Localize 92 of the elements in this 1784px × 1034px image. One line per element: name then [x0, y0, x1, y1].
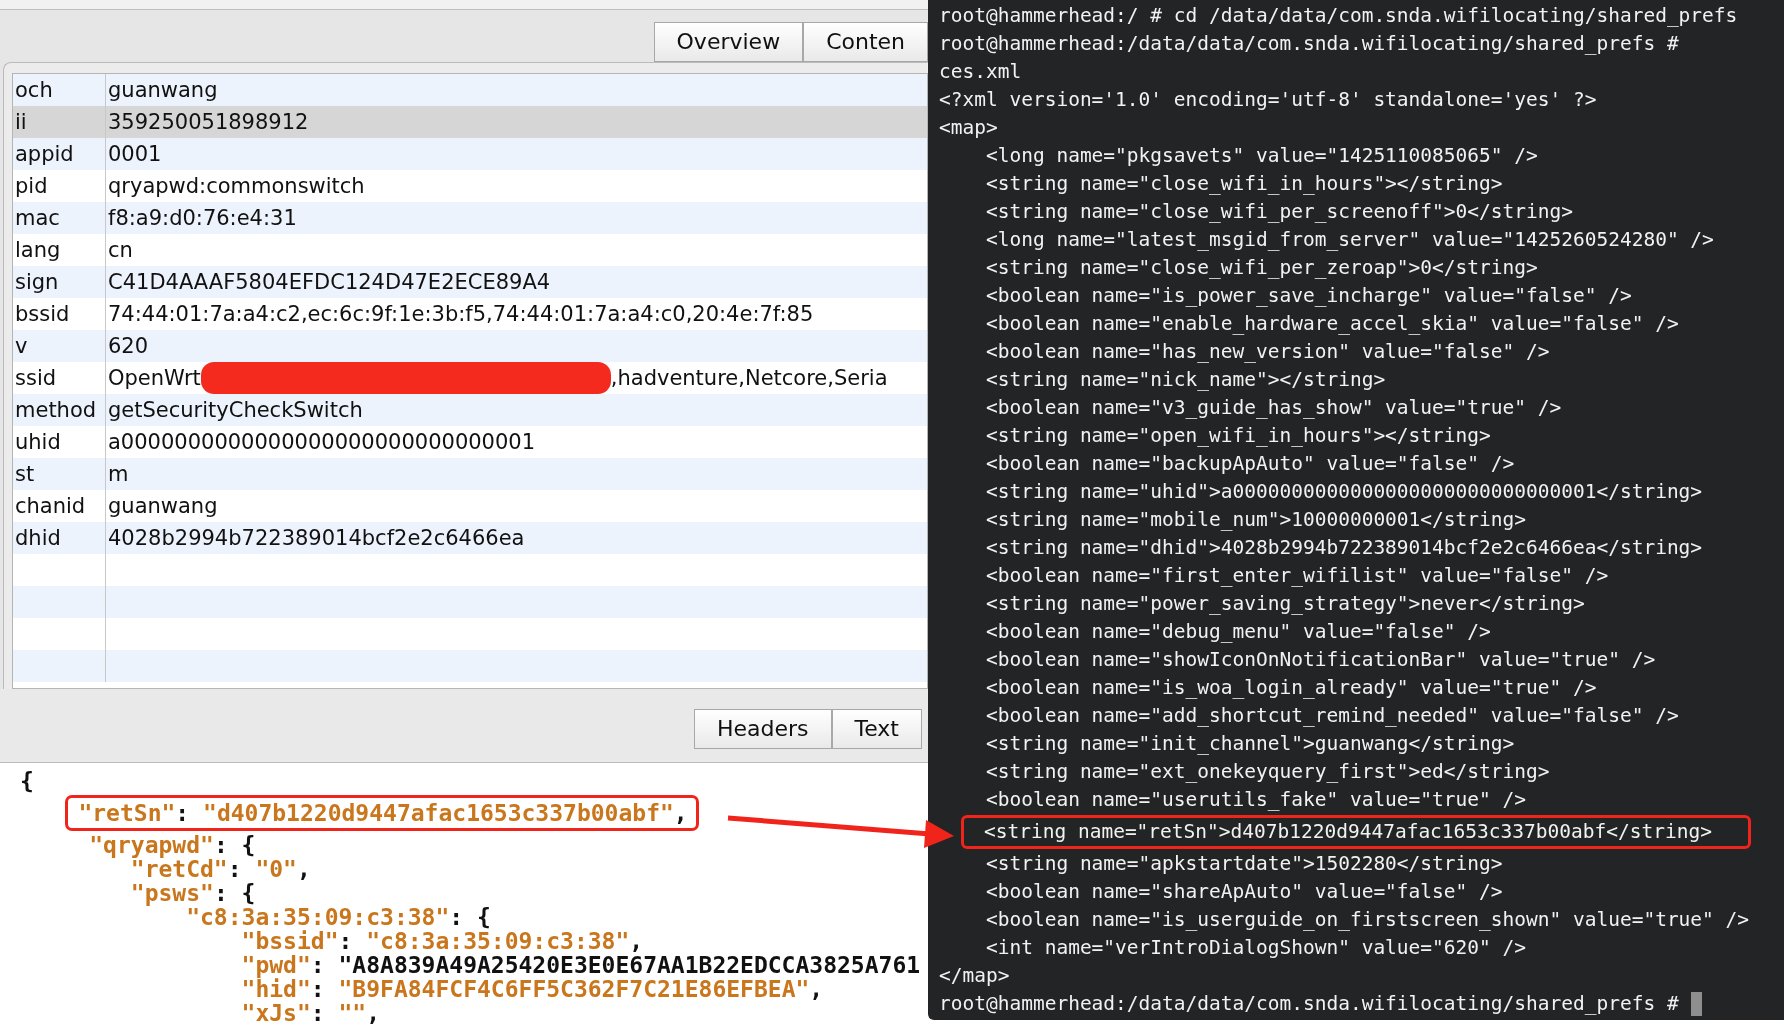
terminal-line: <boolean name="v3_guide_has_show" value="true" /> — [984, 395, 1562, 421]
param-name: dhid — [15, 525, 61, 550]
terminal-line: root@hammerhead:/data/data/com.snda.wifilocating/shared_prefs # — [939, 31, 1679, 57]
terminal-line: </map> — [939, 963, 1010, 989]
param-name: uhid — [15, 429, 61, 454]
tab[interactable]: Overview — [653, 21, 804, 62]
param-value: 74:44:01:7a:a4:c2,ec:6c:9f:1e:3b:f5,74:44:01:7a:a4:c0,20:4e:7f:85 — [108, 301, 814, 326]
param-value: C41D4AAAF5804EFDC124D47E2ECE89A4 — [108, 269, 551, 294]
param-name: method — [15, 397, 97, 422]
terminal-line: <boolean name="has_new_version" value="false" /> — [984, 339, 1550, 365]
table-row[interactable]: pid qryapwd:commonswitch — [13, 169, 927, 202]
param-name: v — [15, 333, 28, 358]
param-name: pid — [15, 173, 48, 198]
code-line: "pwd": "A8A839A49A25420E3E0E67AA1B22EDCCA3825A761 — [240, 951, 921, 978]
terminal-line: <string name="uhid">a0000000000000000000000000000001</string> — [984, 479, 1703, 505]
terminal-line: <boolean name="debug_menu" value="false" /> — [984, 619, 1491, 645]
terminal-line: <string name="power_saving_strategy">never</string> — [984, 591, 1585, 617]
tab[interactable]: Headers — [693, 708, 832, 749]
param-name: chanid — [15, 493, 86, 518]
param-value: OpenWrt — [108, 365, 201, 390]
table-row[interactable]: lang cn — [13, 233, 927, 266]
table-row[interactable]: uhid a0000000000000000000000000000001 — [13, 425, 927, 458]
param-name: ssid — [15, 365, 57, 390]
terminal-line: <boolean name="backupApAuto" value="false" /> — [984, 451, 1515, 477]
param-name: st — [15, 461, 35, 486]
terminal-line: <string name="close_wifi_per_zeroap">0</string> — [984, 255, 1538, 281]
terminal-line: <boolean name="enable_hardware_accel_skia" value="false" /> — [984, 311, 1679, 337]
terminal-line: ces.xml — [939, 59, 1022, 85]
param-name: och — [15, 77, 53, 102]
table-row[interactable]: dhid 4028b2994b722389014bcf2e2c6466ea — [13, 521, 927, 554]
code-line: "qryapwd": { — [88, 831, 256, 858]
param-value: f8:a9:d0:76:e4:31 — [108, 205, 297, 230]
table-row[interactable]: method getSecurityCheckSwitch — [13, 393, 927, 426]
terminal-line: <string name="retSn">d407b1220d9447afac1653c337b00abf</string> — [984, 819, 1712, 845]
terminal-line: <string name="close_wifi_in_hours"></string> — [984, 171, 1503, 197]
param-value: ,hadventure,Netcore,Seria — [610, 365, 888, 390]
tab[interactable]: Text — [831, 708, 922, 749]
terminal-line: <string name="nick_name"></string> — [984, 367, 1386, 393]
table-row[interactable]: st m — [13, 457, 927, 490]
table-row[interactable]: appid 0001 — [13, 137, 927, 170]
table-row[interactable]: mac f8:a9:d0:76:e4:31 — [13, 201, 927, 234]
code-line: { — [20, 767, 34, 794]
terminal-line: root@hammerhead:/data/data/com.snda.wifilocating/shared_prefs # — [939, 991, 1679, 1017]
terminal-line: <boolean name="is_power_save_incharge" value="false" /> — [984, 283, 1632, 309]
param-value: a0000000000000000000000000000001 — [108, 429, 536, 454]
table-row[interactable]: chanid guanwang — [13, 489, 927, 522]
terminal-line: <?xml version='1.0' encoding='utf-8' standalone='yes' ?> — [939, 87, 1597, 113]
terminal-line: <boolean name="add_shortcut_remind_needed" value="false" /> — [984, 703, 1679, 729]
code-line: "psws": { — [129, 879, 256, 906]
param-value: 4028b2994b722389014bcf2e2c6466ea — [108, 525, 525, 550]
terminal-line: <map> — [939, 115, 998, 141]
terminal-line: <string name="ext_onekeyquery_first">ed</string> — [984, 759, 1550, 785]
table-row[interactable]: ssid OpenWrt ,hadventure,Netcore,Seria — [13, 361, 927, 394]
param-name: bssid — [15, 301, 70, 326]
param-value: cn — [108, 237, 133, 262]
table-row[interactable]: bssid 74:44:01:7a:a4:c2,ec:6c:9f:1e:3b:f5,74:44:01:7a:a4:c0,20:4e:7f:85 — [13, 297, 927, 330]
param-name: sign — [15, 269, 59, 294]
code-line: "xJs": "", — [240, 999, 381, 1026]
table-row[interactable]: v 620 — [13, 329, 927, 362]
terminal-line: <string name="dhid">4028b2994b722389014bcf2e2c6466ea</string> — [984, 535, 1703, 561]
param-name: appid — [15, 141, 74, 166]
param-value: qryapwd:commonswitch — [108, 173, 365, 198]
terminal-line: <string name="init_channel">guanwang</string> — [984, 731, 1515, 757]
table-row[interactable]: och guanwang — [13, 73, 927, 106]
param-value: guanwang — [108, 493, 218, 518]
table-row[interactable]: sign C41D4AAAF5804EFDC124D47E2ECE89A4 — [13, 265, 927, 298]
terminal-line: root@hammerhead:/ # cd /data/data/com.snda.wifilocating/shared_prefs — [939, 3, 1738, 29]
code-line: "retSn": "d407b1220d9447afac1653c337b00abf", — [78, 800, 688, 825]
terminal-line: <boolean name="is_woa_login_already" value="true" /> — [984, 675, 1597, 701]
terminal-line: <int name="verIntroDialogShown" value="620" /> — [984, 935, 1526, 961]
param-name: mac — [15, 205, 60, 230]
terminal-line: <long name="pkgsavets" value="1425110085065" /> — [984, 143, 1538, 169]
param-name: lang — [15, 237, 61, 262]
terminal-line: <boolean name="is_userguide_on_firstscreen_shown" value="true" /> — [984, 907, 1750, 933]
param-value: getSecurityCheckSwitch — [108, 397, 363, 422]
tab[interactable]: Conten — [803, 21, 928, 62]
param-value: m — [108, 461, 129, 486]
terminal-line: <boolean name="showIconOnNotificationBar" value="true" /> — [984, 647, 1656, 673]
terminal-line: <string name="apkstartdate">1502280</string> — [984, 851, 1503, 877]
terminal-line: <boolean name="first_enter_wifilist" value="false" /> — [984, 563, 1609, 589]
terminal-line: <long name="latest_msgid_from_server" value="1425260524280" /> — [984, 227, 1714, 253]
param-value: guanwang — [108, 77, 218, 102]
terminal-line: <boolean name="userutils_fake" value="true" /> — [984, 787, 1526, 813]
terminal-line: <string name="close_wifi_per_screenoff">0</string> — [984, 199, 1573, 225]
param-value: 0001 — [108, 141, 162, 166]
param-value: 620 — [108, 333, 149, 358]
param-value: 359250051898912 — [108, 109, 309, 134]
table-row[interactable]: ii 359250051898912 — [13, 105, 927, 138]
param-name: ii — [15, 109, 27, 134]
terminal-line: <boolean name="shareApAuto" value="false" /> — [984, 879, 1503, 905]
terminal-line: <string name="open_wifi_in_hours"></string> — [984, 423, 1491, 449]
terminal-line: <string name="mobile_num">10000000001</string> — [984, 507, 1526, 533]
